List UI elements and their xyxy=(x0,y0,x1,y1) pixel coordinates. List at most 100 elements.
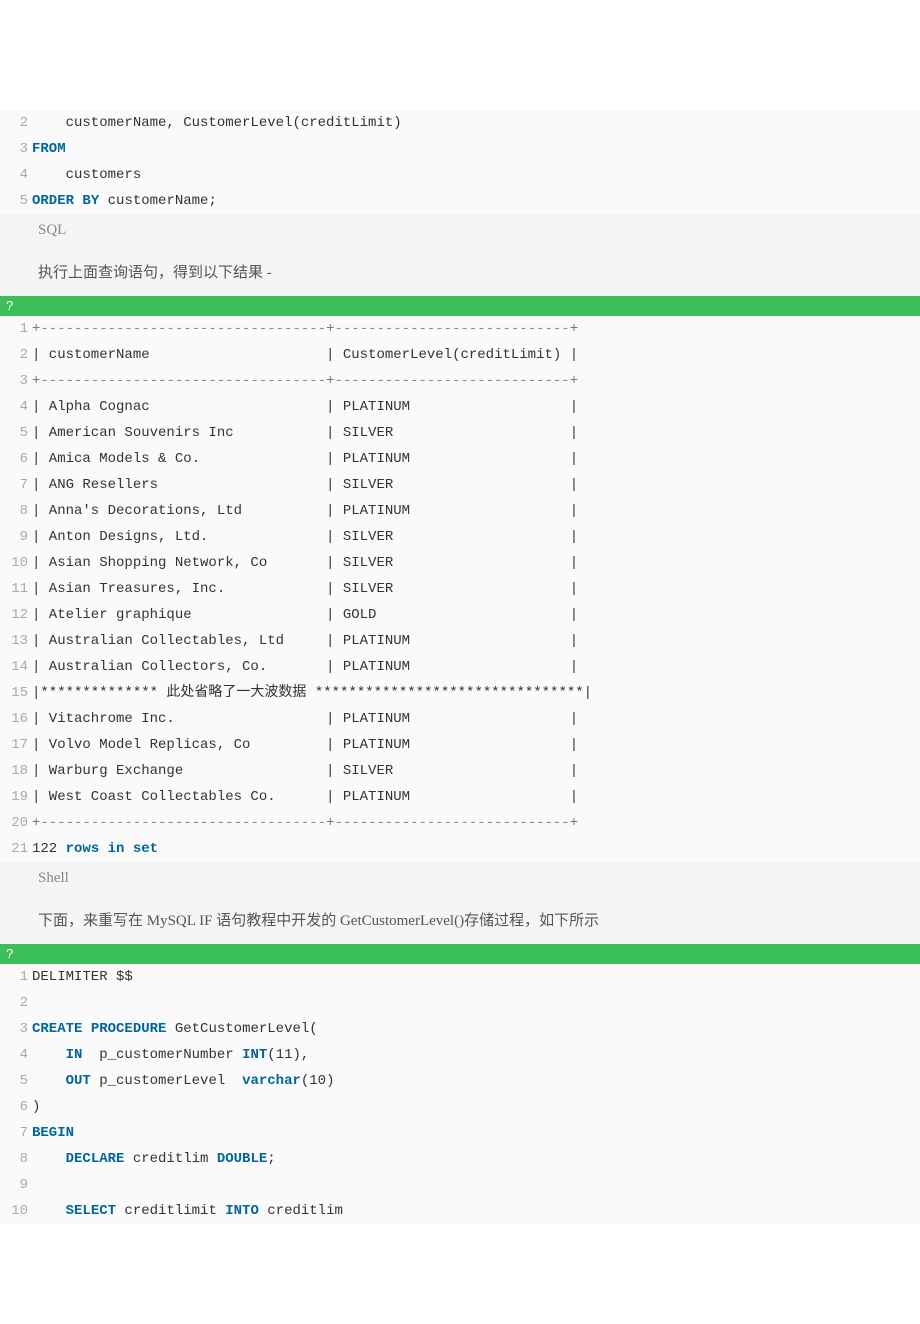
line-content: ) xyxy=(32,1094,920,1120)
code-line: 6| Amica Models & Co. | PLATINUM | xyxy=(0,446,920,472)
line-content: | Asian Shopping Network, Co | SILVER | xyxy=(32,550,920,576)
line-content: | customerName | CustomerLevel(creditLim… xyxy=(32,342,920,368)
line-content: customers xyxy=(32,162,920,188)
code-line: 20+----------------------------------+--… xyxy=(0,810,920,836)
line-content: | Vitachrome Inc. | PLATINUM | xyxy=(32,706,920,732)
line-number: 19 xyxy=(0,784,32,810)
line-content: IN p_customerNumber INT(11), xyxy=(32,1042,920,1068)
line-number: 6 xyxy=(0,1094,32,1120)
line-content: +----------------------------------+----… xyxy=(32,316,920,342)
line-content: FROM xyxy=(32,136,920,162)
code-line: 10| Asian Shopping Network, Co | SILVER … xyxy=(0,550,920,576)
code-line: 19| West Coast Collectables Co. | PLATIN… xyxy=(0,784,920,810)
code-line: 12| Atelier graphique | GOLD | xyxy=(0,602,920,628)
line-number: 8 xyxy=(0,1146,32,1172)
line-number: 3 xyxy=(0,136,32,162)
line-number: 4 xyxy=(0,394,32,420)
line-content: | Warburg Exchange | SILVER | xyxy=(32,758,920,784)
line-content: CREATE PROCEDURE GetCustomerLevel( xyxy=(32,1016,920,1042)
code-line: 14| Australian Collectors, Co. | PLATINU… xyxy=(0,654,920,680)
line-content: | Asian Treasures, Inc. | SILVER | xyxy=(32,576,920,602)
green-bar-1: ? xyxy=(0,296,920,316)
line-content: customerName, CustomerLevel(creditLimit) xyxy=(32,110,920,136)
code-line: 7| ANG Resellers | SILVER | xyxy=(0,472,920,498)
line-content: | Alpha Cognac | PLATINUM | xyxy=(32,394,920,420)
line-number: 11 xyxy=(0,576,32,602)
line-content: | Amica Models & Co. | PLATINUM | xyxy=(32,446,920,472)
line-number: 16 xyxy=(0,706,32,732)
line-number: 7 xyxy=(0,472,32,498)
line-number: 8 xyxy=(0,498,32,524)
code-line: 2| customerName | CustomerLevel(creditLi… xyxy=(0,342,920,368)
code-line: 2 customerName, CustomerLevel(creditLimi… xyxy=(0,110,920,136)
line-number: 1 xyxy=(0,964,32,990)
line-content: BEGIN xyxy=(32,1120,920,1146)
line-number: 2 xyxy=(0,990,32,1016)
code-line: 11| Asian Treasures, Inc. | SILVER | xyxy=(0,576,920,602)
line-number: 14 xyxy=(0,654,32,680)
line-number: 4 xyxy=(0,1042,32,1068)
code-line: 4| Alpha Cognac | PLATINUM | xyxy=(0,394,920,420)
line-content: | Australian Collectors, Co. | PLATINUM … xyxy=(32,654,920,680)
code-line: 7BEGIN xyxy=(0,1120,920,1146)
code-line: 16| Vitachrome Inc. | PLATINUM | xyxy=(0,706,920,732)
code-line: 3CREATE PROCEDURE GetCustomerLevel( xyxy=(0,1016,920,1042)
code-line: 6) xyxy=(0,1094,920,1120)
line-number: 5 xyxy=(0,420,32,446)
code-block-2: 1+----------------------------------+---… xyxy=(0,316,920,862)
narration-2: 下面，来重写在 MySQL IF 语句教程中开发的 GetCustomerLev… xyxy=(0,899,920,944)
line-number: 10 xyxy=(0,1198,32,1224)
line-number: 9 xyxy=(0,1172,32,1198)
line-number: 12 xyxy=(0,602,32,628)
code-line: 9 xyxy=(0,1172,920,1198)
line-number: 20 xyxy=(0,810,32,836)
line-content: DECLARE creditlim DOUBLE; xyxy=(32,1146,920,1172)
line-content: | Anna's Decorations, Ltd | PLATINUM | xyxy=(32,498,920,524)
code-line: 9| Anton Designs, Ltd. | SILVER | xyxy=(0,524,920,550)
line-number: 17 xyxy=(0,732,32,758)
line-content: | American Souvenirs Inc | SILVER | xyxy=(32,420,920,446)
line-content: | Atelier graphique | GOLD | xyxy=(32,602,920,628)
line-content: SELECT creditlimit INTO creditlim xyxy=(32,1198,920,1224)
line-number: 1 xyxy=(0,316,32,342)
code-line: 3+----------------------------------+---… xyxy=(0,368,920,394)
line-content: |************** 此处省略了一大波数据 *************… xyxy=(32,680,920,706)
narration-1: 执行上面查询语句，得到以下结果 - xyxy=(0,251,920,296)
code-line: 8| Anna's Decorations, Ltd | PLATINUM | xyxy=(0,498,920,524)
code-line: 1DELIMITER $$ xyxy=(0,964,920,990)
line-content: OUT p_customerLevel varchar(10) xyxy=(32,1068,920,1094)
line-number: 10 xyxy=(0,550,32,576)
line-content: ORDER BY customerName; xyxy=(32,188,920,214)
line-content: | Australian Collectables, Ltd | PLATINU… xyxy=(32,628,920,654)
line-content: DELIMITER $$ xyxy=(32,964,920,990)
line-number: 3 xyxy=(0,1016,32,1042)
code-line: 10 SELECT creditlimit INTO creditlim xyxy=(0,1198,920,1224)
code-line: 5ORDER BY customerName; xyxy=(0,188,920,214)
code-block-1: 2 customerName, CustomerLevel(creditLimi… xyxy=(0,110,920,214)
code-line: 15|************** 此处省略了一大波数据 ***********… xyxy=(0,680,920,706)
code-line: 2 xyxy=(0,990,920,1016)
line-number: 5 xyxy=(0,1068,32,1094)
line-content: +----------------------------------+----… xyxy=(32,810,920,836)
line-number: 2 xyxy=(0,110,32,136)
code-line: 4 customers xyxy=(0,162,920,188)
line-number: 15 xyxy=(0,680,32,706)
line-content: | ANG Resellers | SILVER | xyxy=(32,472,920,498)
code-line: 18| Warburg Exchange | SILVER | xyxy=(0,758,920,784)
green-bar-2: ? xyxy=(0,944,920,964)
code-line: 21122 rows in set xyxy=(0,836,920,862)
line-content: +----------------------------------+----… xyxy=(32,368,920,394)
line-number: 9 xyxy=(0,524,32,550)
code-block-3: 1DELIMITER $$23CREATE PROCEDURE GetCusto… xyxy=(0,964,920,1224)
line-number: 2 xyxy=(0,342,32,368)
lang-label-2: Shell xyxy=(0,862,920,899)
code-line: 5 OUT p_customerLevel varchar(10) xyxy=(0,1068,920,1094)
code-line: 13| Australian Collectables, Ltd | PLATI… xyxy=(0,628,920,654)
line-content: | Volvo Model Replicas, Co | PLATINUM | xyxy=(32,732,920,758)
line-content: 122 rows in set xyxy=(32,836,920,862)
line-number: 13 xyxy=(0,628,32,654)
code-line: 3FROM xyxy=(0,136,920,162)
code-line: 8 DECLARE creditlim DOUBLE; xyxy=(0,1146,920,1172)
code-line: 4 IN p_customerNumber INT(11), xyxy=(0,1042,920,1068)
code-line: 17| Volvo Model Replicas, Co | PLATINUM … xyxy=(0,732,920,758)
